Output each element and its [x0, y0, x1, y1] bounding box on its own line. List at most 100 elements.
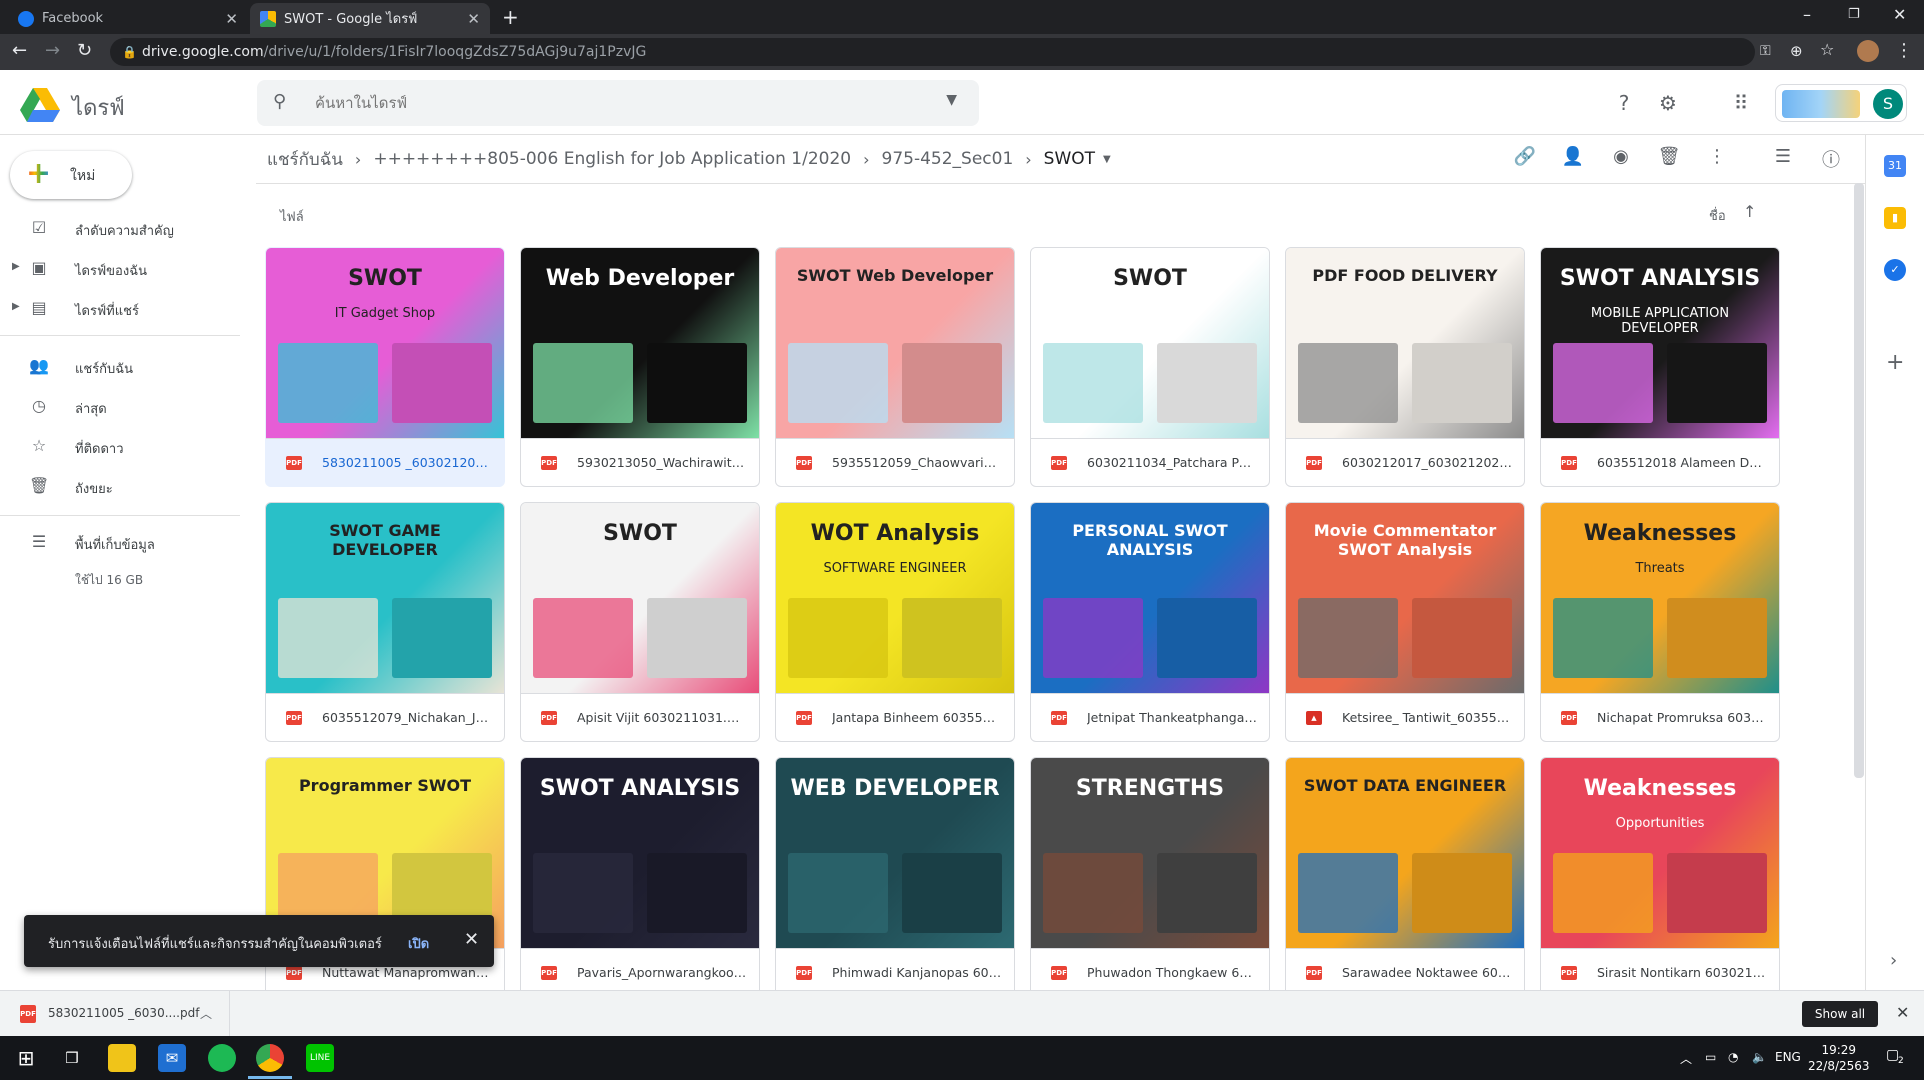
restore-icon[interactable]: ❐: [1848, 7, 1860, 22]
file-card[interactable]: Web Developer PDF 5930213050_Wachirawit.pd…: [520, 247, 760, 487]
search-input[interactable]: [315, 90, 875, 116]
close-icon[interactable]: ✕: [1896, 1003, 1909, 1022]
file-card[interactable]: PDF FOOD DELIVERY PDF 6030212017_603021202…: [1285, 247, 1525, 487]
show-all-downloads-button[interactable]: Show all: [1802, 1001, 1878, 1027]
spotify-icon[interactable]: [208, 1044, 236, 1072]
expand-panel-icon[interactable]: ›: [1890, 950, 1897, 971]
sort-by-name[interactable]: ชื่อ: [1709, 205, 1726, 226]
tray-overflow-icon[interactable]: ︿: [1680, 1050, 1692, 1067]
sidebar-item-trash[interactable]: 🗑 ถังขยะ: [0, 470, 240, 502]
sidebar-item-priority[interactable]: ☑ ลำดับความสำคัญ: [0, 212, 240, 244]
list-view-icon[interactable]: ☰: [1770, 146, 1796, 167]
breadcrumb-item[interactable]: 975-452_Sec01: [882, 149, 1014, 169]
key-icon[interactable]: ⚿: [1760, 43, 1771, 59]
file-card[interactable]: SWOT GAME DEVELOPER PDF 6035512079_Nichaka…: [265, 502, 505, 742]
file-card[interactable]: Movie Commentator SWOT Analysis ▲ Ketsiree…: [1285, 502, 1525, 742]
tasks-icon[interactable]: ✓: [1884, 259, 1906, 281]
scrollbar[interactable]: [1854, 183, 1864, 778]
file-card[interactable]: WEB DEVELOPER PDF Phimwadi Kanjanopas 603.…: [775, 757, 1015, 991]
clock[interactable]: 19:29 22/8/2563: [1808, 1042, 1870, 1074]
volume-icon[interactable]: 🔈: [1752, 1050, 1767, 1064]
mail-icon[interactable]: ✉: [158, 1044, 186, 1072]
add-addon-icon[interactable]: +: [1886, 350, 1904, 375]
account-box[interactable]: S: [1775, 84, 1907, 122]
file-caption: PDF Nichapat Promruksa 60302...: [1541, 693, 1779, 741]
file-card[interactable]: Weaknesses Opportunities PDF Sirasit Nontik…: [1540, 757, 1780, 991]
sidebar-item-shared-with-me[interactable]: 👥 แชร์กับฉัน: [0, 350, 240, 382]
sort-direction-arrow-icon[interactable]: ↑: [1743, 202, 1756, 221]
language-indicator[interactable]: ENG: [1775, 1050, 1801, 1064]
folder-menu-caret-icon[interactable]: ▼: [1103, 154, 1111, 165]
browser-menu-icon[interactable]: ⋮: [1895, 40, 1913, 61]
browser-tab-facebook[interactable]: Facebook ✕: [8, 3, 248, 34]
close-window-icon[interactable]: ✕: [1893, 5, 1906, 24]
close-icon[interactable]: ✕: [464, 929, 479, 950]
expand-caret-icon[interactable]: ▶: [12, 261, 20, 272]
google-drive-logo[interactable]: [20, 88, 60, 122]
close-tab-icon[interactable]: ✕: [467, 10, 480, 28]
new-tab-icon[interactable]: +: [502, 5, 519, 29]
breadcrumb-current-folder[interactable]: SWOT: [1044, 149, 1095, 169]
expand-caret-icon[interactable]: ▶: [12, 301, 20, 312]
sidebar-item-shared-drives[interactable]: ▶ ▤ ไดรฟ์ที่แชร์: [0, 292, 240, 324]
plus-icon: +: [26, 156, 52, 191]
windows-start-icon[interactable]: ⊞: [12, 1044, 40, 1072]
breadcrumb-item[interactable]: แชร์กับฉัน: [267, 146, 343, 173]
sidebar-item-recent[interactable]: ◷ ล่าสุด: [0, 390, 240, 422]
file-card[interactable]: SWOT ANALYSIS PDF Pavaris_Apornwarangkool_…: [520, 757, 760, 991]
file-card[interactable]: SWOT DATA ENGINEER PDF Sarawadee Noktawee …: [1285, 757, 1525, 991]
apps-grid-icon[interactable]: ⠿: [1728, 90, 1754, 116]
close-tab-icon[interactable]: ✕: [225, 10, 238, 28]
sidebar-item-storage[interactable]: ☰ พื้นที่เก็บข้อมูล: [0, 526, 240, 558]
new-button[interactable]: + ใหม่: [10, 151, 132, 199]
toast-open-button[interactable]: เปิด: [408, 933, 429, 954]
remove-trash-icon[interactable]: 🗑: [1656, 146, 1682, 167]
search-bar[interactable]: ⚲ ▼: [257, 80, 979, 126]
file-card[interactable]: SWOT PDF 6030211034_Patchara Pet...: [1030, 247, 1270, 487]
forward-icon[interactable]: →: [45, 40, 60, 61]
more-actions-icon[interactable]: ⋮: [1704, 146, 1730, 167]
line-app-icon[interactable]: LINE: [306, 1044, 334, 1072]
account-avatar[interactable]: S: [1873, 89, 1903, 119]
file-thumbnail: WEB DEVELOPER: [776, 758, 1014, 948]
file-card[interactable]: SWOT PDF Apisit Vijit 6030211031.pdf: [520, 502, 760, 742]
breadcrumb-item[interactable]: ++++++++805-006 English for Job Applicat…: [373, 149, 851, 169]
pdf-file-icon: PDF: [796, 966, 812, 980]
image-file-icon: ▲: [1306, 711, 1322, 725]
chrome-icon[interactable]: [256, 1044, 284, 1072]
share-person-icon[interactable]: 👤: [1560, 146, 1586, 167]
browser-tab-swot[interactable]: SWOT - Google ไดรฟ์ ✕: [250, 3, 490, 34]
file-card[interactable]: SWOT IT Gadget Shop PDF 5830211005 _6030212…: [265, 247, 505, 487]
wifi-icon[interactable]: ◔: [1728, 1050, 1738, 1064]
keep-icon[interactable]: ▮: [1884, 207, 1906, 229]
file-card[interactable]: SWOT ANALYSIS MOBILE APPLICATION DEVELOPE…: [1540, 247, 1780, 487]
file-explorer-icon[interactable]: [108, 1044, 136, 1072]
help-icon[interactable]: ?: [1611, 90, 1637, 116]
minimize-icon[interactable]: –: [1803, 5, 1811, 24]
bookmark-star-icon[interactable]: ☆: [1820, 40, 1834, 59]
file-card[interactable]: PERSONAL SWOT ANALYSIS PDF Jetnipat Thanke…: [1030, 502, 1270, 742]
file-card[interactable]: SWOT Web Developer PDF 5935512059_Chaowvar…: [775, 247, 1015, 487]
network-icon[interactable]: ▭: [1705, 1050, 1716, 1064]
search-options-icon[interactable]: ▼: [946, 92, 957, 108]
task-view-icon[interactable]: ❒: [58, 1044, 86, 1072]
file-card[interactable]: STRENGTHS PDF Phuwadon Thongkaew 603...: [1030, 757, 1270, 991]
address-bar[interactable]: 🔒 drive.google.com/drive/u/1/folders/1Fi…: [110, 38, 1755, 66]
chevron-up-icon[interactable]: ︿: [200, 1005, 212, 1022]
file-card[interactable]: Weaknesses Threats PDF Nichapat Promruksa 6…: [1540, 502, 1780, 742]
sidebar-item-label: พื้นที่เก็บข้อมูล: [75, 538, 155, 553]
calendar-icon[interactable]: 31: [1884, 155, 1906, 177]
reload-icon[interactable]: ↻: [77, 40, 92, 61]
get-link-icon[interactable]: 🔗: [1512, 146, 1538, 167]
extension-icon[interactable]: ⊕: [1790, 42, 1803, 60]
sidebar-item-starred[interactable]: ☆ ที่ติดดาว: [0, 430, 240, 462]
file-card[interactable]: WOT Analysis SOFTWARE ENGINEER PDF Jantapa …: [775, 502, 1015, 742]
back-icon[interactable]: ←: [12, 40, 27, 61]
profile-avatar-icon[interactable]: [1857, 40, 1879, 62]
details-info-icon[interactable]: ⓘ: [1818, 146, 1844, 172]
search-icon[interactable]: ⚲: [273, 91, 286, 112]
settings-gear-icon[interactable]: ⚙: [1655, 90, 1681, 116]
download-item[interactable]: PDF 5830211005 _6030....pdf ︿: [0, 991, 230, 1037]
preview-eye-icon[interactable]: ◉: [1608, 146, 1634, 167]
sidebar-item-my-drive[interactable]: ▶ ▣ ไดรฟ์ของฉัน: [0, 252, 240, 284]
